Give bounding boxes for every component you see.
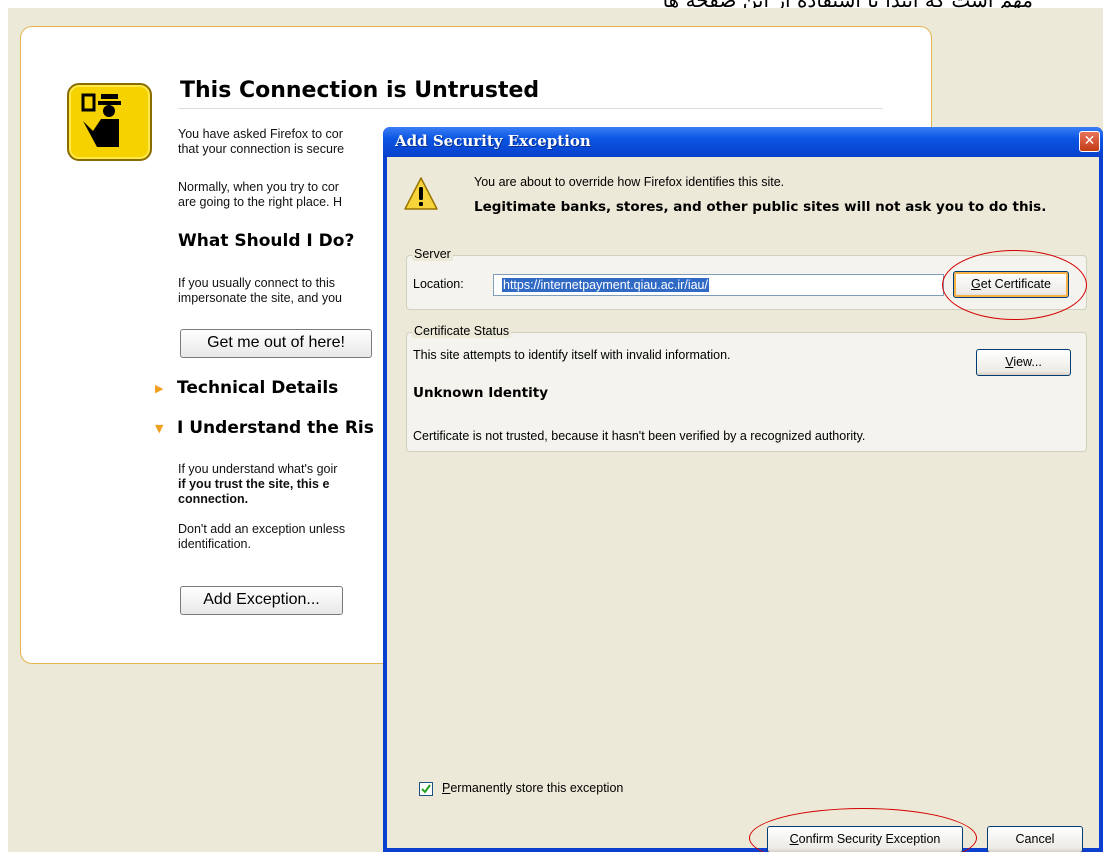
permanent-store-label[interactable]: Permanently store this exception	[442, 781, 623, 795]
intro-text-line-2: that your connection is secure	[178, 142, 345, 156]
certificate-status-text: This site attempts to identify itself wi…	[413, 348, 731, 362]
confirm-label: onfirm Security Exception	[798, 832, 941, 846]
title-divider	[178, 108, 883, 109]
get-certificate-button[interactable]: Get Certificate	[953, 271, 1069, 298]
get-certificate-accesskey: G	[971, 277, 981, 291]
dialog-body: You are about to override how Firefox id…	[387, 157, 1099, 852]
location-label: Location:	[413, 277, 464, 291]
dialog-title: Add Security Exception	[395, 132, 591, 150]
checkmark-icon	[421, 784, 431, 794]
technical-details-label: Technical Details	[177, 378, 339, 398]
location-value: https://internetpayment.qiau.ac.ir/iau/	[502, 278, 709, 292]
understand-text-line-1: If you understand what's goir	[178, 462, 338, 476]
understand-text-line-2: if you trust the site, this e	[178, 477, 330, 491]
warning-triangle-icon	[404, 177, 438, 210]
usually-text-line-1: If you usually connect to this	[178, 276, 336, 290]
unknown-identity-text: Certificate is not trusted, because it h…	[413, 429, 866, 443]
get-me-out-button[interactable]: Get me out of here!	[180, 329, 372, 358]
understand-text-line-3: connection.	[178, 492, 249, 506]
normally-text-line-2: are going to the right place. H	[178, 195, 342, 209]
view-button[interactable]: View...	[976, 349, 1071, 376]
collapse-arrow-icon: ▼	[155, 421, 164, 435]
certificate-status-legend: Certificate Status	[412, 324, 512, 338]
usually-text-line-2: impersonate the site, and you	[178, 291, 342, 305]
server-legend: Server	[412, 247, 453, 261]
normally-text-line-1: Normally, when you try to cor	[178, 180, 339, 194]
understand-risks-toggle[interactable]: ▼ I Understand the Ris	[155, 418, 374, 438]
unknown-identity-heading: Unknown Identity	[413, 385, 549, 401]
technical-details-toggle[interactable]: ▶ Technical Details	[155, 378, 338, 398]
warning-text-line-1: You are about to override how Firefox id…	[474, 175, 785, 189]
view-label: iew...	[1013, 355, 1042, 369]
expand-arrow-icon: ▶	[155, 381, 164, 395]
warning-shield-logo-icon	[67, 83, 152, 161]
close-icon[interactable]: ✕	[1079, 131, 1100, 152]
dont-add-text-line-1: Don't add an exception unless	[178, 522, 346, 536]
what-should-i-do-heading: What Should I Do?	[178, 231, 355, 251]
add-security-exception-dialog: Add Security Exception ✕ You are about t…	[383, 127, 1103, 852]
warning-text-line-2: Legitimate banks, stores, and other publ…	[474, 199, 1047, 215]
error-title: This Connection is Untrusted	[180, 78, 540, 103]
location-input[interactable]: https://internetpayment.qiau.ac.ir/iau/	[493, 274, 944, 296]
add-exception-button[interactable]: Add Exception...	[180, 586, 343, 615]
dialog-titlebar[interactable]: Add Security Exception ✕	[383, 127, 1103, 157]
confirm-accesskey: C	[789, 832, 799, 846]
dont-add-text-line-2: identification.	[178, 537, 251, 551]
permanent-label-text: ermanently store this exception	[450, 781, 624, 795]
cancel-button[interactable]: Cancel	[987, 826, 1083, 852]
intro-text-line-1: You have asked Firefox to cor	[178, 127, 343, 141]
permanent-store-checkbox[interactable]	[419, 782, 433, 796]
understand-risks-label: I Understand the Ris	[177, 418, 374, 438]
get-certificate-label: et Certificate	[980, 277, 1051, 291]
confirm-security-exception-button[interactable]: Confirm Security Exception	[767, 826, 963, 852]
